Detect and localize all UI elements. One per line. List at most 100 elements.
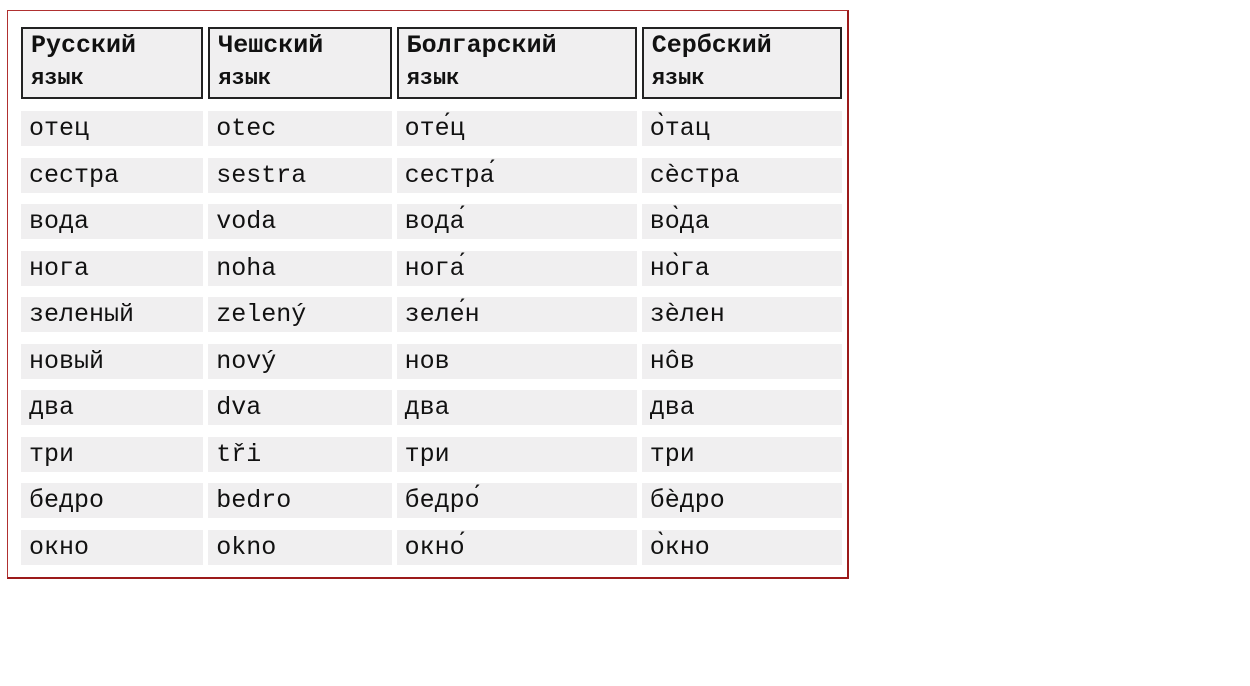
spacer-cell [397,239,637,251]
spacer-cell [21,472,203,484]
table-row: вода voda вода́ во̀да [21,204,842,239]
spacer-cell [208,239,391,251]
header-line1: Болгарский [406,31,557,60]
spacer-cell [208,99,391,111]
cell-bulgarian: нога́ [396,250,637,286]
cell-serbian: три [641,436,842,472]
spacer-cell [208,425,391,437]
spacer-cell [642,332,842,344]
header-czech: Чешский язык [208,27,392,99]
cell-russian: сестра [21,157,204,193]
spacer-cell [21,286,203,298]
cell-czech: noha [208,250,392,286]
cell-bulgarian: сестра́ [396,157,637,193]
cell-bulgarian: вода́ [396,204,637,239]
table-row: сестра sestra сестра́ сѐстра [21,157,842,193]
cell-russian: три [21,436,204,472]
header-line1: Сербский [651,31,772,60]
table-row: окно okno окно́ о̀кно [21,529,842,565]
header-line2: язык [406,66,460,91]
cell-bulgarian: окно́ [396,529,637,565]
cell-czech: voda [208,204,392,239]
cell-serbian: бѐдро [641,483,842,518]
cell-russian: два [21,390,204,425]
cell-czech: tři [208,436,392,472]
table-body: отец otec оте́ц о̀тац сестра sestra сестра́ сѐс… [21,99,842,565]
spacer-cell [397,193,637,205]
row-spacer [21,193,842,205]
cell-russian: бедро [21,483,204,518]
cell-russian: окно [21,529,204,565]
cell-serbian: нôв [641,343,842,379]
spacer-cell [642,239,842,251]
header-serbian: Сербский язык [641,27,842,99]
table-row: три tři три три [21,436,842,472]
cell-czech: okno [208,529,392,565]
cell-bulgarian: два [396,390,637,425]
table-row: нога noha нога́ но̀га [21,250,842,286]
cell-russian: вода [21,204,204,239]
spacer-cell [397,286,637,298]
spacer-cell [397,146,637,158]
spacer-cell [21,99,203,111]
spacer-cell [642,193,842,205]
row-spacer [21,99,842,111]
header-line1: Русский [31,31,137,60]
row-spacer [21,518,842,530]
table-frame: Русский язык Чешский язык Болгарский язык С… [7,10,849,579]
spacer-cell [642,99,842,111]
spacer-cell [21,379,203,391]
spacer-cell [208,518,391,530]
spacer-cell [21,239,203,251]
row-spacer [21,379,842,391]
header-line1: Чешский [218,31,324,60]
header-line2: язык [651,66,705,91]
cell-bulgarian: зеле́н [396,297,637,332]
row-spacer [21,146,842,158]
spacer-cell [208,472,391,484]
spacer-cell [642,518,842,530]
row-spacer [21,472,842,484]
spacer-cell [208,193,391,205]
cell-czech: zelený [208,297,392,332]
cell-czech: sestra [208,157,392,193]
spacer-cell [208,332,391,344]
cell-serbian: сѐстра [641,157,842,193]
cell-serbian: но̀га [641,250,842,286]
cell-czech: dva [208,390,392,425]
header-row: Русский язык Чешский язык Болгарский язык С… [21,27,842,99]
cell-russian: нога [21,250,204,286]
spacer-cell [642,146,842,158]
row-spacer [21,425,842,437]
table-row: бедро bedro бедро́ бѐдро [21,483,842,518]
cell-bulgarian: три [396,436,637,472]
spacer-cell [397,472,637,484]
table-row: два dva два два [21,390,842,425]
spacer-cell [208,146,391,158]
cell-bulgarian: нов [396,343,637,379]
spacer-cell [21,425,203,437]
row-spacer [21,332,842,344]
cell-serbian: во̀да [641,204,842,239]
cell-czech: bedro [208,483,392,518]
cell-serbian: два [641,390,842,425]
header-line2: язык [218,66,272,91]
spacer-cell [642,286,842,298]
spacer-cell [397,379,637,391]
cell-russian: зеленый [21,297,204,332]
language-comparison-table: Русский язык Чешский язык Болгарский язык С… [16,27,847,565]
spacer-cell [397,332,637,344]
row-spacer [21,239,842,251]
spacer-cell [397,425,637,437]
row-spacer [21,286,842,298]
cell-serbian: о̀кно [641,529,842,565]
cell-czech: otec [208,111,392,146]
header-russian: Русский язык [21,27,204,99]
spacer-cell [397,518,637,530]
cell-serbian: о̀тац [641,111,842,146]
spacer-cell [208,286,391,298]
spacer-cell [397,99,637,111]
cell-russian: отец [21,111,204,146]
table-row: новый nový нов нôв [21,343,842,379]
cell-serbian: зѐлен [641,297,842,332]
